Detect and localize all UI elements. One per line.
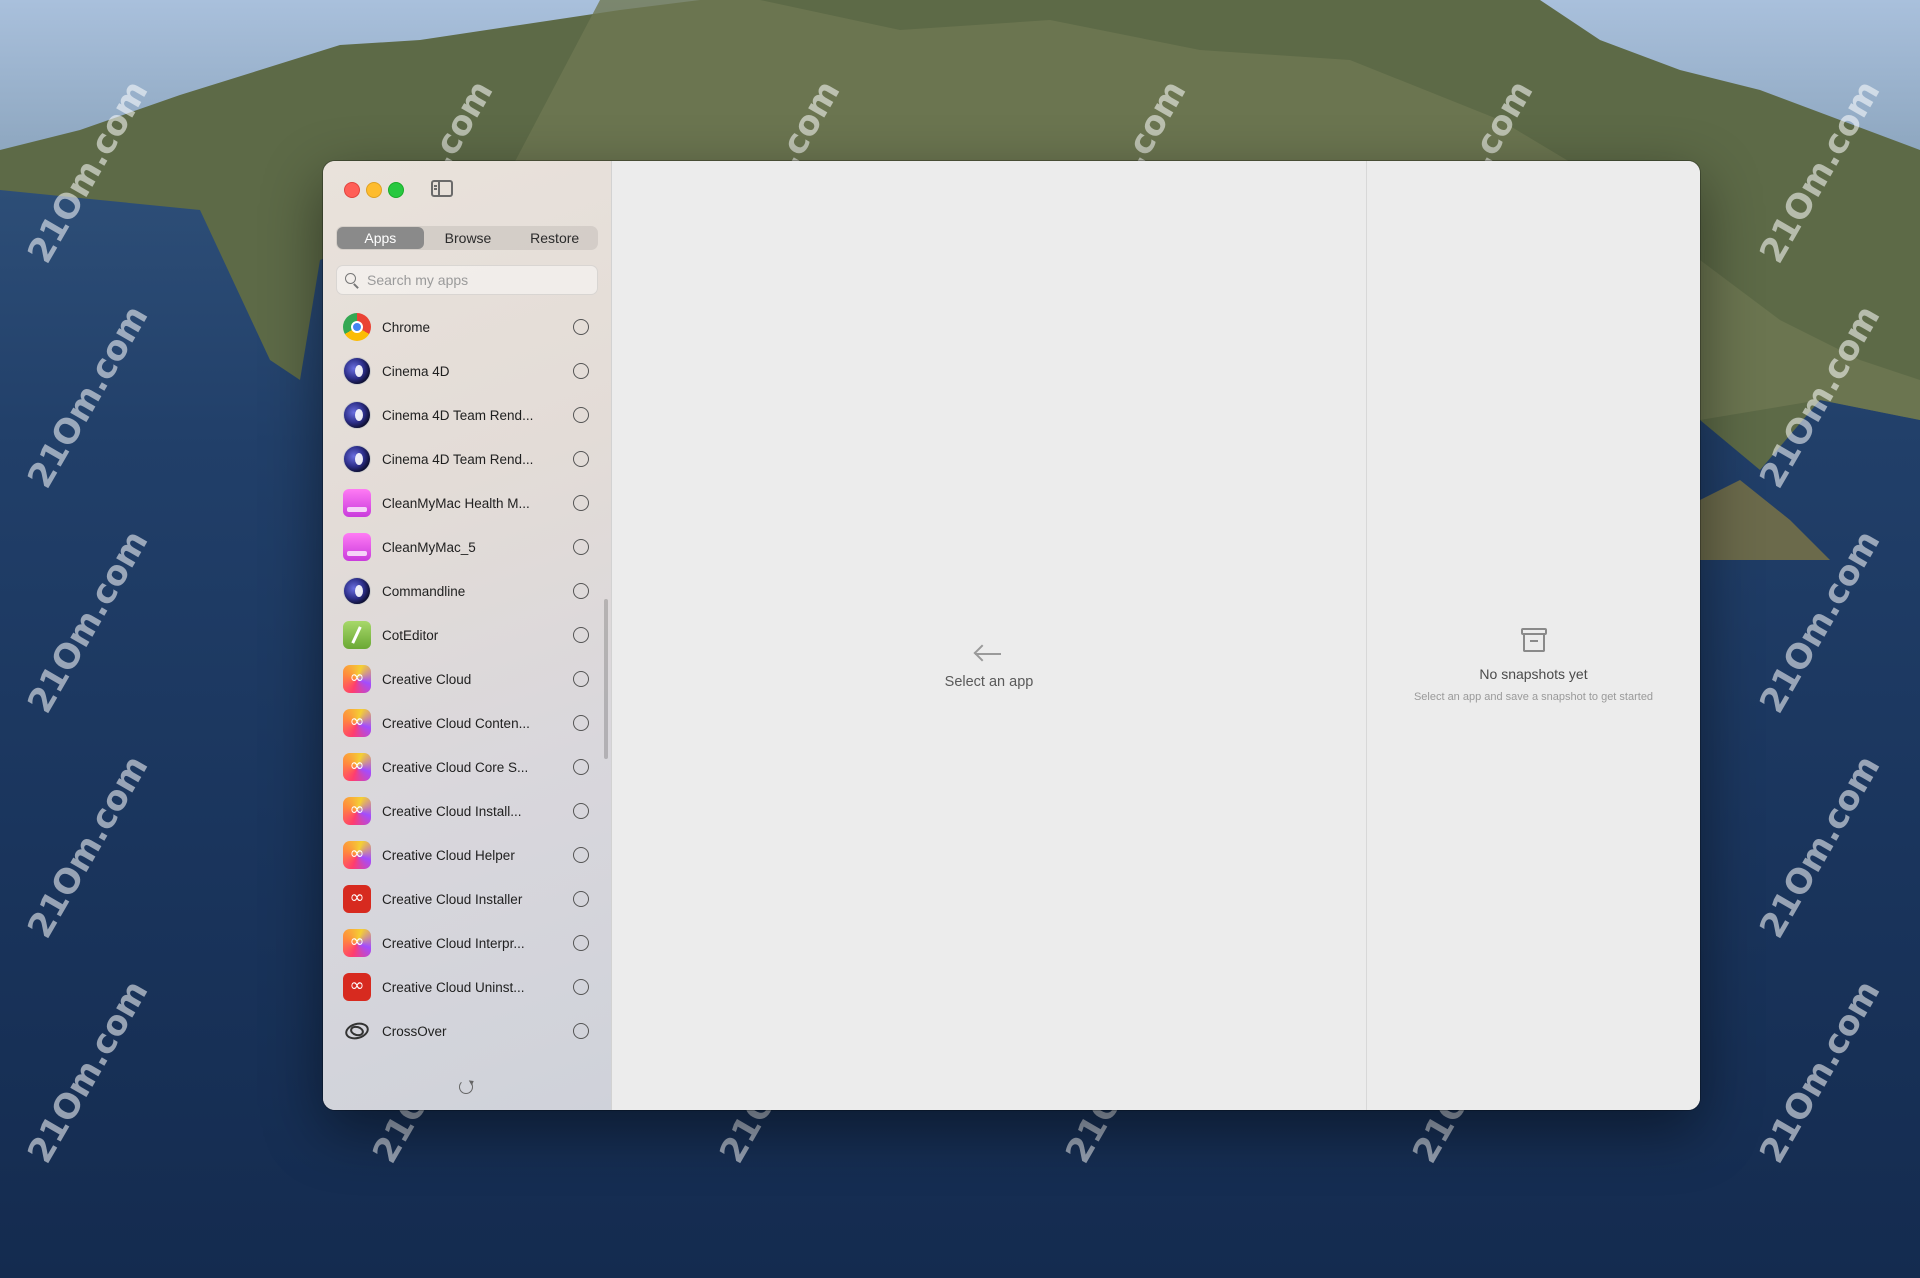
list-item[interactable]: Creative Cloud Installer — [323, 877, 611, 921]
app-name: Creative Cloud Installer — [382, 891, 523, 907]
sidebar-toggle-icon[interactable] — [431, 180, 453, 197]
list-item[interactable]: CleanMyMac Health M... — [323, 481, 611, 525]
chrome-icon — [343, 313, 371, 341]
archive-slot — [1530, 640, 1538, 642]
zoom-window-button[interactable] — [388, 182, 404, 198]
list-item[interactable]: Creative Cloud Helper — [323, 833, 611, 877]
select-radio[interactable] — [573, 1023, 589, 1039]
app-name: Creative Cloud — [382, 671, 472, 687]
tab-browse[interactable]: Browse — [425, 226, 512, 250]
app-window: Apps Browse Restore Chrome Cinema 4D Cin… — [323, 161, 1700, 1110]
app-name: Cinema 4D Team Rend... — [382, 451, 534, 467]
select-radio[interactable] — [573, 319, 589, 335]
select-radio[interactable] — [573, 715, 589, 731]
select-radio[interactable] — [573, 935, 589, 951]
search-icon — [345, 273, 359, 287]
empty-state-title: No snapshots yet — [1479, 666, 1588, 682]
app-name: Creative Cloud Install... — [382, 803, 522, 819]
list-item[interactable]: CotEditor — [323, 613, 611, 657]
crossover-icon — [343, 1017, 371, 1045]
select-radio[interactable] — [573, 583, 589, 599]
app-name: Chrome — [382, 319, 431, 335]
app-name: CotEditor — [382, 627, 439, 643]
app-name: Creative Cloud Uninst... — [382, 979, 525, 995]
coteditor-icon — [343, 621, 371, 649]
creative-cloud-icon — [343, 929, 371, 957]
app-name: CrossOver — [382, 1023, 447, 1039]
app-name: Creative Cloud Core S... — [382, 759, 529, 775]
list-item[interactable]: Creative Cloud Interpr... — [323, 921, 611, 965]
cleanmymac-icon — [343, 489, 371, 517]
creative-cloud-installer-icon — [343, 885, 371, 913]
creative-cloud-icon — [343, 841, 371, 869]
view-segmented-control: Apps Browse Restore — [336, 226, 598, 250]
app-list: Chrome Cinema 4D Cinema 4D Team Rend... … — [323, 305, 611, 1110]
app-name: Cinema 4D Team Rend... — [382, 407, 534, 423]
cleanmymac-icon — [343, 533, 371, 561]
select-radio[interactable] — [573, 671, 589, 687]
refresh-icon[interactable] — [459, 1080, 473, 1094]
select-radio[interactable] — [573, 803, 589, 819]
select-radio[interactable] — [573, 451, 589, 467]
cinema-4d-icon — [343, 445, 371, 473]
app-name: Creative Cloud Conten... — [382, 715, 530, 731]
select-radio[interactable] — [573, 495, 589, 511]
list-item[interactable]: Creative Cloud Install... — [323, 789, 611, 833]
search-field — [336, 265, 598, 295]
list-item[interactable]: Commandline — [323, 569, 611, 613]
select-radio[interactable] — [573, 847, 589, 863]
list-item[interactable]: CleanMyMac_5 — [323, 525, 611, 569]
tab-apps[interactable]: Apps — [337, 227, 424, 249]
select-radio[interactable] — [573, 539, 589, 555]
app-name: CleanMyMac_5 — [382, 539, 476, 555]
select-radio[interactable] — [573, 627, 589, 643]
app-name: Creative Cloud Interpr... — [382, 935, 525, 951]
select-radio[interactable] — [573, 891, 589, 907]
app-name: CleanMyMac Health M... — [382, 495, 530, 511]
list-item[interactable]: Cinema 4D Team Rend... — [323, 437, 611, 481]
list-item[interactable]: Creative Cloud Conten... — [323, 701, 611, 745]
creative-cloud-icon — [343, 665, 371, 693]
sidebar: Apps Browse Restore Chrome Cinema 4D Cin… — [323, 161, 612, 1110]
list-item[interactable]: CrossOver — [323, 1009, 611, 1053]
creative-cloud-icon — [343, 709, 371, 737]
list-item[interactable]: Chrome — [323, 305, 611, 349]
snapshot-pane: No snapshots yet Select an app and save … — [1367, 161, 1700, 1110]
app-name: Creative Cloud Helper — [382, 847, 515, 863]
tab-restore[interactable]: Restore — [511, 226, 598, 250]
select-radio[interactable] — [573, 979, 589, 995]
select-radio[interactable] — [573, 407, 589, 423]
app-name: Commandline — [382, 583, 466, 599]
list-item[interactable]: Creative Cloud Core S... — [323, 745, 611, 789]
creative-cloud-installer-icon — [343, 973, 371, 1001]
list-item[interactable]: Creative Cloud — [323, 657, 611, 701]
search-input[interactable] — [365, 271, 589, 289]
arrow-left-icon — [975, 645, 1001, 663]
app-name: Cinema 4D — [382, 363, 450, 379]
creative-cloud-icon — [343, 753, 371, 781]
cinema-4d-icon — [343, 401, 371, 429]
select-radio[interactable] — [573, 759, 589, 775]
minimize-window-button[interactable] — [366, 182, 382, 198]
cinema-4d-icon — [343, 357, 371, 385]
close-window-button[interactable] — [344, 182, 360, 198]
sidebar-scrollbar[interactable] — [604, 599, 608, 759]
cinema-4d-icon — [343, 577, 371, 605]
creative-cloud-icon — [343, 797, 371, 825]
main-pane: Select an app — [612, 161, 1366, 1110]
empty-state-subtitle: Select an app and save a snapshot to get… — [1413, 691, 1654, 703]
select-app-placeholder: Select an app — [944, 674, 1034, 690]
list-item[interactable]: Cinema 4D — [323, 349, 611, 393]
list-item[interactable]: Cinema 4D Team Rend... — [323, 393, 611, 437]
select-radio[interactable] — [573, 363, 589, 379]
list-item[interactable]: Creative Cloud Uninst... — [323, 965, 611, 1009]
